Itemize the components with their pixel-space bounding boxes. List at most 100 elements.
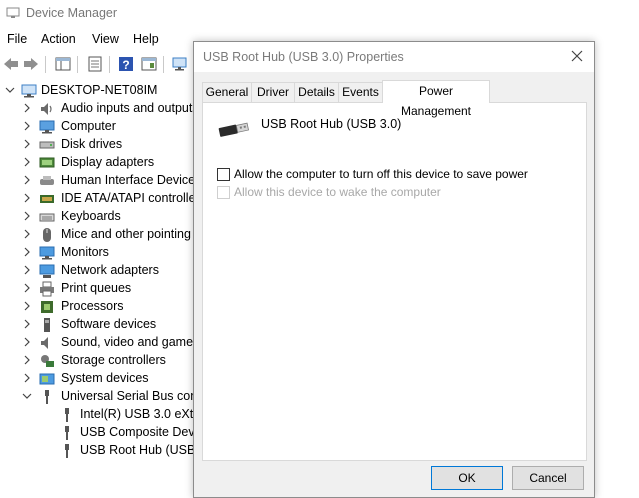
- computer-icon: [39, 120, 55, 134]
- power-management-panel: USB Root Hub (USB 3.0) Allow the compute…: [202, 102, 587, 461]
- tree-root-label: DESKTOP-NET08IM: [41, 83, 158, 97]
- menu-view[interactable]: View: [92, 32, 119, 46]
- close-icon[interactable]: [570, 49, 584, 63]
- dialog-titlebar[interactable]: USB Root Hub (USB 3.0) Properties: [194, 42, 594, 72]
- processor-icon: [41, 301, 53, 313]
- show-hide-console-tree-icon[interactable]: [54, 55, 72, 73]
- tree-item-label: IDE ATA/ATAPI controllers: [61, 191, 200, 205]
- ok-button[interactable]: OK: [431, 466, 503, 490]
- tab-driver[interactable]: Driver: [251, 82, 295, 102]
- tree-item-processors[interactable]: Processors: [0, 298, 200, 316]
- tree-root[interactable]: DESKTOP-NET08IM: [0, 82, 200, 100]
- network-adapter-icon: [39, 264, 55, 278]
- usb-connector-icon: [218, 122, 250, 137]
- scan-hardware-icon[interactable]: [171, 55, 189, 73]
- chevron-right-icon[interactable]: [22, 175, 32, 185]
- toolbar-separator: [109, 56, 110, 73]
- back-arrow-icon[interactable]: [2, 55, 20, 73]
- toolbar-separator: [45, 56, 46, 73]
- forward-arrow-icon[interactable]: [22, 55, 40, 73]
- chevron-right-icon[interactable]: [22, 211, 32, 221]
- chevron-right-icon[interactable]: [22, 103, 32, 113]
- tab-details[interactable]: Details: [294, 82, 339, 102]
- tree-item-audio[interactable]: Audio inputs and outputs: [0, 100, 200, 118]
- tree-item-computer[interactable]: Computer: [0, 118, 200, 136]
- printer-icon: [40, 281, 54, 297]
- keyboard-icon: [39, 213, 55, 222]
- tree-item-usb-root-hub[interactable]: USB Root Hub (USB 3.0): [0, 442, 200, 460]
- tree-item-label: Sound, video and game controllers: [61, 335, 200, 349]
- tree-item-usb[interactable]: Universal Serial Bus controllers: [0, 388, 200, 406]
- usb-icon: [45, 390, 49, 404]
- help-icon[interactable]: ?: [117, 55, 135, 73]
- device-manager-title: Device Manager: [26, 6, 118, 20]
- tree-item-software-devices[interactable]: Software devices: [0, 316, 200, 334]
- allow-turn-off-checkbox[interactable]: [217, 168, 230, 181]
- menu-action[interactable]: Action: [41, 32, 76, 46]
- chevron-down-icon[interactable]: [22, 391, 32, 401]
- tree-item-label: Software devices: [61, 317, 157, 331]
- tree-item-monitors[interactable]: Monitors: [0, 244, 200, 262]
- chevron-right-icon[interactable]: [22, 373, 32, 383]
- display-adapter-icon: [39, 157, 55, 168]
- chevron-right-icon[interactable]: [22, 319, 32, 329]
- tree-item-label: Universal Serial Bus controllers: [61, 389, 200, 403]
- sound-icon: [41, 337, 48, 349]
- tree-item-label: Mice and other pointing devices: [61, 227, 200, 241]
- mouse-icon: [43, 228, 51, 242]
- speaker-icon: [41, 103, 52, 115]
- usb-device-icon: [65, 444, 69, 458]
- svg-text:?: ?: [122, 58, 129, 72]
- tree-item-label: Print queues: [61, 281, 132, 295]
- usb-device-icon: [65, 408, 69, 422]
- menu-help[interactable]: Help: [133, 32, 159, 46]
- tree-item-label: Monitors: [61, 245, 109, 259]
- allow-wake-label: Allow this device to wake the computer: [234, 185, 441, 199]
- hid-icon: [40, 176, 54, 185]
- tree-item-usb-composite[interactable]: USB Composite Device: [0, 424, 200, 442]
- tab-general[interactable]: General: [202, 82, 252, 102]
- tree-item-system[interactable]: System devices: [0, 370, 200, 388]
- storage-controller-icon: [41, 355, 54, 367]
- action-pane-icon[interactable]: [140, 55, 158, 73]
- chevron-right-icon[interactable]: [22, 139, 32, 149]
- tree-item-sound[interactable]: Sound, video and game controllers: [0, 334, 200, 352]
- chevron-down-icon[interactable]: [5, 85, 15, 95]
- system-device-icon: [39, 373, 55, 385]
- chevron-right-icon[interactable]: [22, 247, 32, 257]
- chevron-right-icon[interactable]: [22, 283, 32, 293]
- chevron-right-icon[interactable]: [22, 157, 32, 167]
- chevron-right-icon[interactable]: [22, 121, 32, 131]
- tree-item-label: USB Composite Device: [80, 425, 200, 439]
- tree-item-label: Network adapters: [61, 263, 159, 277]
- chevron-right-icon[interactable]: [22, 337, 32, 347]
- tree-item-ide[interactable]: IDE ATA/ATAPI controllers: [0, 190, 200, 208]
- option-allow-turn-off[interactable]: Allow the computer to turn off this devi…: [217, 167, 577, 183]
- chevron-right-icon[interactable]: [22, 355, 32, 365]
- chevron-right-icon[interactable]: [22, 265, 32, 275]
- properties-dialog: USB Root Hub (USB 3.0) Properties Genera…: [193, 41, 595, 498]
- chevron-right-icon[interactable]: [22, 229, 32, 239]
- tree-item-storage[interactable]: Storage controllers: [0, 352, 200, 370]
- tree-item-mice[interactable]: Mice and other pointing devices: [0, 226, 200, 244]
- tree-item-network[interactable]: Network adapters: [0, 262, 200, 280]
- tree-item-label: Display adapters: [61, 155, 155, 169]
- tree-item-disk-drives[interactable]: Disk drives: [0, 136, 200, 154]
- tree-item-hid[interactable]: Human Interface Devices: [0, 172, 200, 190]
- chevron-right-icon[interactable]: [22, 301, 32, 311]
- tree-item-display-adapters[interactable]: Display adapters: [0, 154, 200, 172]
- tree-item-label: Computer: [61, 119, 116, 133]
- ide-controller-icon: [40, 195, 54, 203]
- allow-turn-off-label[interactable]: Allow the computer to turn off this devi…: [234, 167, 528, 181]
- cancel-button[interactable]: Cancel: [512, 466, 584, 490]
- tree-item-keyboards[interactable]: Keyboards: [0, 208, 200, 226]
- tree-item-print-queues[interactable]: Print queues: [0, 280, 200, 298]
- tree-item-label: Human Interface Devices: [61, 173, 200, 187]
- chevron-right-icon[interactable]: [22, 193, 32, 203]
- tab-events[interactable]: Events: [338, 82, 383, 102]
- tab-power-management[interactable]: Power Management: [382, 80, 490, 118]
- monitor-icon: [39, 246, 55, 260]
- menu-file[interactable]: File: [7, 32, 27, 46]
- properties-icon[interactable]: [86, 55, 104, 73]
- tree-item-usb-host-controller[interactable]: Intel(R) USB 3.0 eXtensible Host Control…: [0, 406, 200, 424]
